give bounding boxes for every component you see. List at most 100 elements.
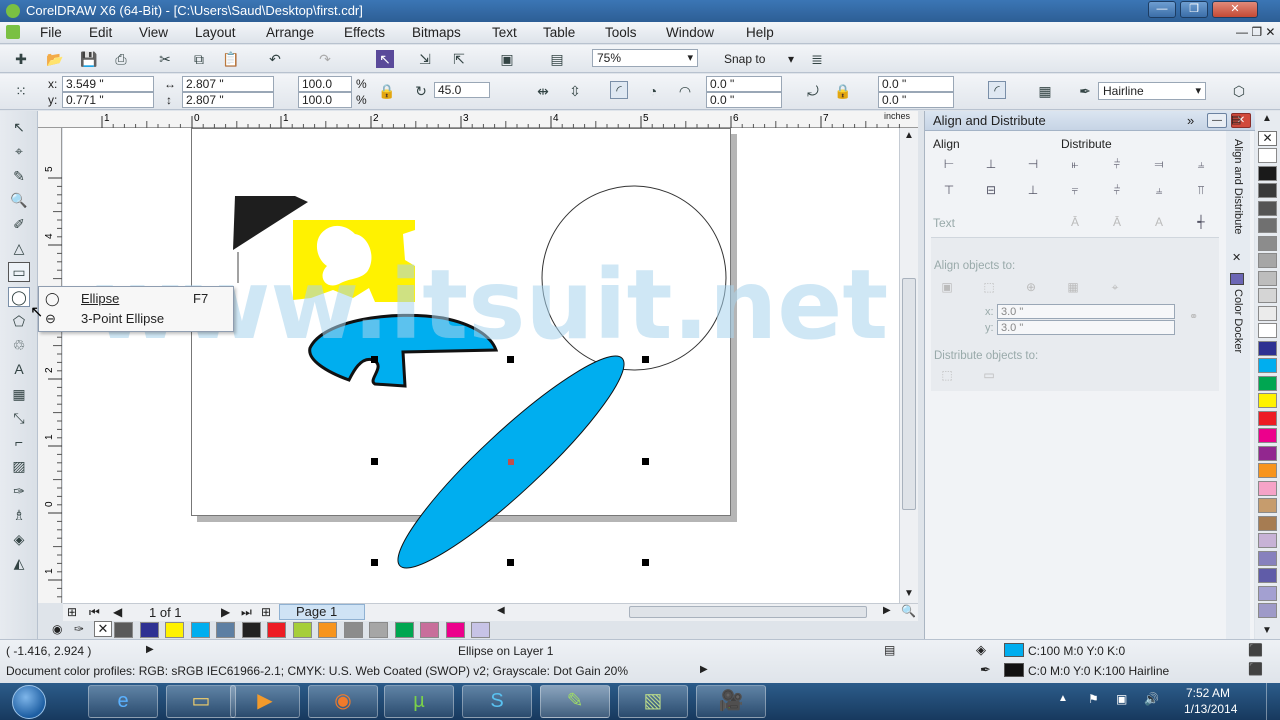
palette-swatch[interactable]	[1258, 340, 1277, 356]
menu-window[interactable]: Window	[666, 24, 714, 42]
next-page-icon[interactable]: ▶	[221, 605, 230, 619]
restore-button[interactable]: ❐	[1180, 1, 1208, 18]
text-outline-icon[interactable]: ┽	[1191, 213, 1211, 231]
no-fill-swatch[interactable]: ✕	[1258, 131, 1277, 146]
save-icon[interactable]: 💾	[80, 50, 98, 68]
align-center-horizontal-icon[interactable]: ⊥	[981, 155, 1001, 173]
distribute-middle-icon[interactable]: ⫩	[1107, 181, 1127, 199]
palette-swatch[interactable]	[1258, 148, 1277, 163]
palette-swatch[interactable]	[1258, 568, 1277, 583]
last-page-icon[interactable]: ⏭	[241, 605, 252, 620]
palette-swatch[interactable]	[1258, 375, 1277, 391]
fill-color-swatch[interactable]	[1004, 643, 1024, 657]
no-color-swatch[interactable]: ✕	[94, 621, 112, 637]
tray-volume-icon[interactable]: 🔊	[1144, 692, 1159, 706]
document-palette-swatch[interactable]	[114, 622, 133, 638]
palette-swatch[interactable]	[1258, 533, 1277, 548]
basic-shapes-tool-icon[interactable]: ♲	[8, 335, 30, 355]
redo-icon[interactable]: ↷	[316, 50, 334, 68]
palette-swatch[interactable]	[1258, 428, 1277, 443]
tray-network-icon[interactable]: ▣	[1116, 692, 1127, 706]
palette-swatch[interactable]	[1258, 463, 1277, 478]
import-icon[interactable]: ⇲	[416, 50, 434, 68]
text-bounding-box-icon[interactable]: A	[1149, 213, 1169, 231]
connector-tool-icon[interactable]: ⌐	[8, 432, 30, 452]
taskbar-ie-icon[interactable]: e	[88, 685, 158, 718]
palette-swatch[interactable]	[1258, 498, 1277, 513]
lock-ratio-icon[interactable]: 🔒	[378, 82, 396, 100]
status-arrow-icon[interactable]: ▶	[146, 644, 154, 655]
show-desktop-button[interactable]	[1266, 683, 1280, 720]
relative-corner-icon[interactable]: ◜	[988, 81, 1006, 99]
flyout-item-3-point-ellipse[interactable]: ⊖ 3-Point Ellipse	[41, 309, 231, 329]
menu-file[interactable]: File	[40, 24, 62, 42]
arc-mode-icon[interactable]: ◠	[676, 82, 694, 100]
palette-swatch[interactable]	[1258, 165, 1277, 181]
x-position-field[interactable]: 3.549 "	[62, 76, 154, 92]
ellipse-tool-icon[interactable]: ◯	[8, 287, 30, 307]
distribute-to-selection-icon[interactable]: ⬚	[937, 366, 957, 384]
mirror-horizontal-icon[interactable]: ⇹	[534, 82, 552, 100]
width-field[interactable]: 2.807 "	[182, 76, 274, 92]
text-last-baseline-icon[interactable]: Ā	[1107, 213, 1127, 231]
edit-fill-icon[interactable]: ⬛	[1248, 643, 1263, 657]
taskbar-firefox-icon[interactable]: ◉	[308, 685, 378, 718]
table-tool-icon[interactable]: ▦	[8, 384, 30, 404]
page-tab[interactable]: Page 1	[279, 604, 365, 620]
snap-to-dropdown[interactable]: Snap to	[724, 52, 765, 66]
scale-y-field[interactable]: 100.0	[298, 92, 352, 108]
y-position-field[interactable]: 0.771 "	[62, 92, 154, 108]
taskbar-coreldraw-icon[interactable]: ✎	[540, 685, 610, 718]
document-palette-swatch[interactable]	[216, 622, 235, 638]
taskbar-utorrent-icon[interactable]: µ	[384, 685, 454, 718]
dimension-tool-icon[interactable]: ⤡	[8, 408, 30, 428]
tab-align-distribute[interactable]: Align and Distribute	[1229, 139, 1247, 249]
taskbar-explorer-icon[interactable]: ▭	[166, 685, 236, 718]
smart-fill-tool-icon[interactable]: △	[8, 238, 30, 258]
rotation-angle-field[interactable]: 45.0	[434, 82, 490, 98]
palette-swatch[interactable]	[1258, 253, 1277, 268]
text-tool-icon[interactable]: A	[8, 359, 30, 379]
menu-help[interactable]: Help	[746, 24, 774, 42]
tab-close-icon[interactable]: ✕	[1232, 251, 1241, 264]
document-palette-swatch[interactable]	[369, 622, 388, 638]
palette-swatch[interactable]	[1258, 288, 1277, 303]
rectangle-tool-icon[interactable]: ▭	[8, 262, 30, 282]
start-button[interactable]	[12, 685, 46, 719]
menu-text[interactable]: Text	[492, 24, 517, 42]
shape-tool-icon[interactable]: ⌖	[8, 141, 30, 161]
outline-tool-icon[interactable]: ♗	[8, 505, 30, 525]
align-center-vertical-icon[interactable]: ⊟	[981, 181, 1001, 199]
palette-swatch[interactable]	[1258, 323, 1277, 338]
docker-tab-icon[interactable]: ▤	[1231, 113, 1241, 126]
palette-swatch[interactable]	[1258, 393, 1277, 408]
zoom-level-dropdown[interactable]: 75%	[592, 49, 698, 67]
text-first-baseline-icon[interactable]: Ā	[1065, 213, 1085, 231]
add-page-after-icon[interactable]: ⊞	[261, 605, 271, 619]
minimize-button[interactable]: —	[1148, 1, 1176, 18]
zoom-tool-icon[interactable]: 🔍	[8, 190, 30, 210]
corner-a-field[interactable]: 0.0 "	[878, 76, 954, 92]
snap-chevron-down-icon[interactable]: ▾	[788, 52, 794, 66]
profiles-arrow-icon[interactable]: ▶	[700, 664, 708, 675]
horizontal-scroll-thumb[interactable]	[629, 606, 867, 618]
close-button[interactable]: ✕	[1212, 1, 1258, 18]
crop-tool-icon[interactable]: ✎	[8, 166, 30, 186]
menu-edit[interactable]: Edit	[89, 24, 112, 42]
tray-flag-icon[interactable]: ⚑	[1088, 692, 1099, 706]
menu-effects[interactable]: Effects	[344, 24, 385, 42]
wrap-text-icon[interactable]: ▦	[1036, 82, 1054, 100]
palette-swatch[interactable]	[1258, 445, 1277, 461]
taskbar-media-player-icon[interactable]: ▶	[230, 685, 300, 718]
copy-icon[interactable]: ⧉	[190, 50, 208, 68]
clock-date[interactable]: 1/13/2014	[1184, 702, 1237, 716]
menu-table[interactable]: Table	[543, 24, 575, 42]
welcome-screen-icon[interactable]: ▤	[548, 50, 566, 68]
scale-x-field[interactable]: 100.0	[298, 76, 352, 92]
menu-view[interactable]: View	[139, 24, 168, 42]
drawing-workspace[interactable]: www.itsuit.net	[63, 128, 899, 603]
open-icon[interactable]: 📂	[46, 50, 64, 68]
edit-outline-icon[interactable]: ⬛	[1248, 662, 1263, 676]
distribute-spacing-v-icon[interactable]: ⫪	[1191, 181, 1211, 199]
align-top-icon[interactable]: ⊤	[939, 181, 959, 199]
